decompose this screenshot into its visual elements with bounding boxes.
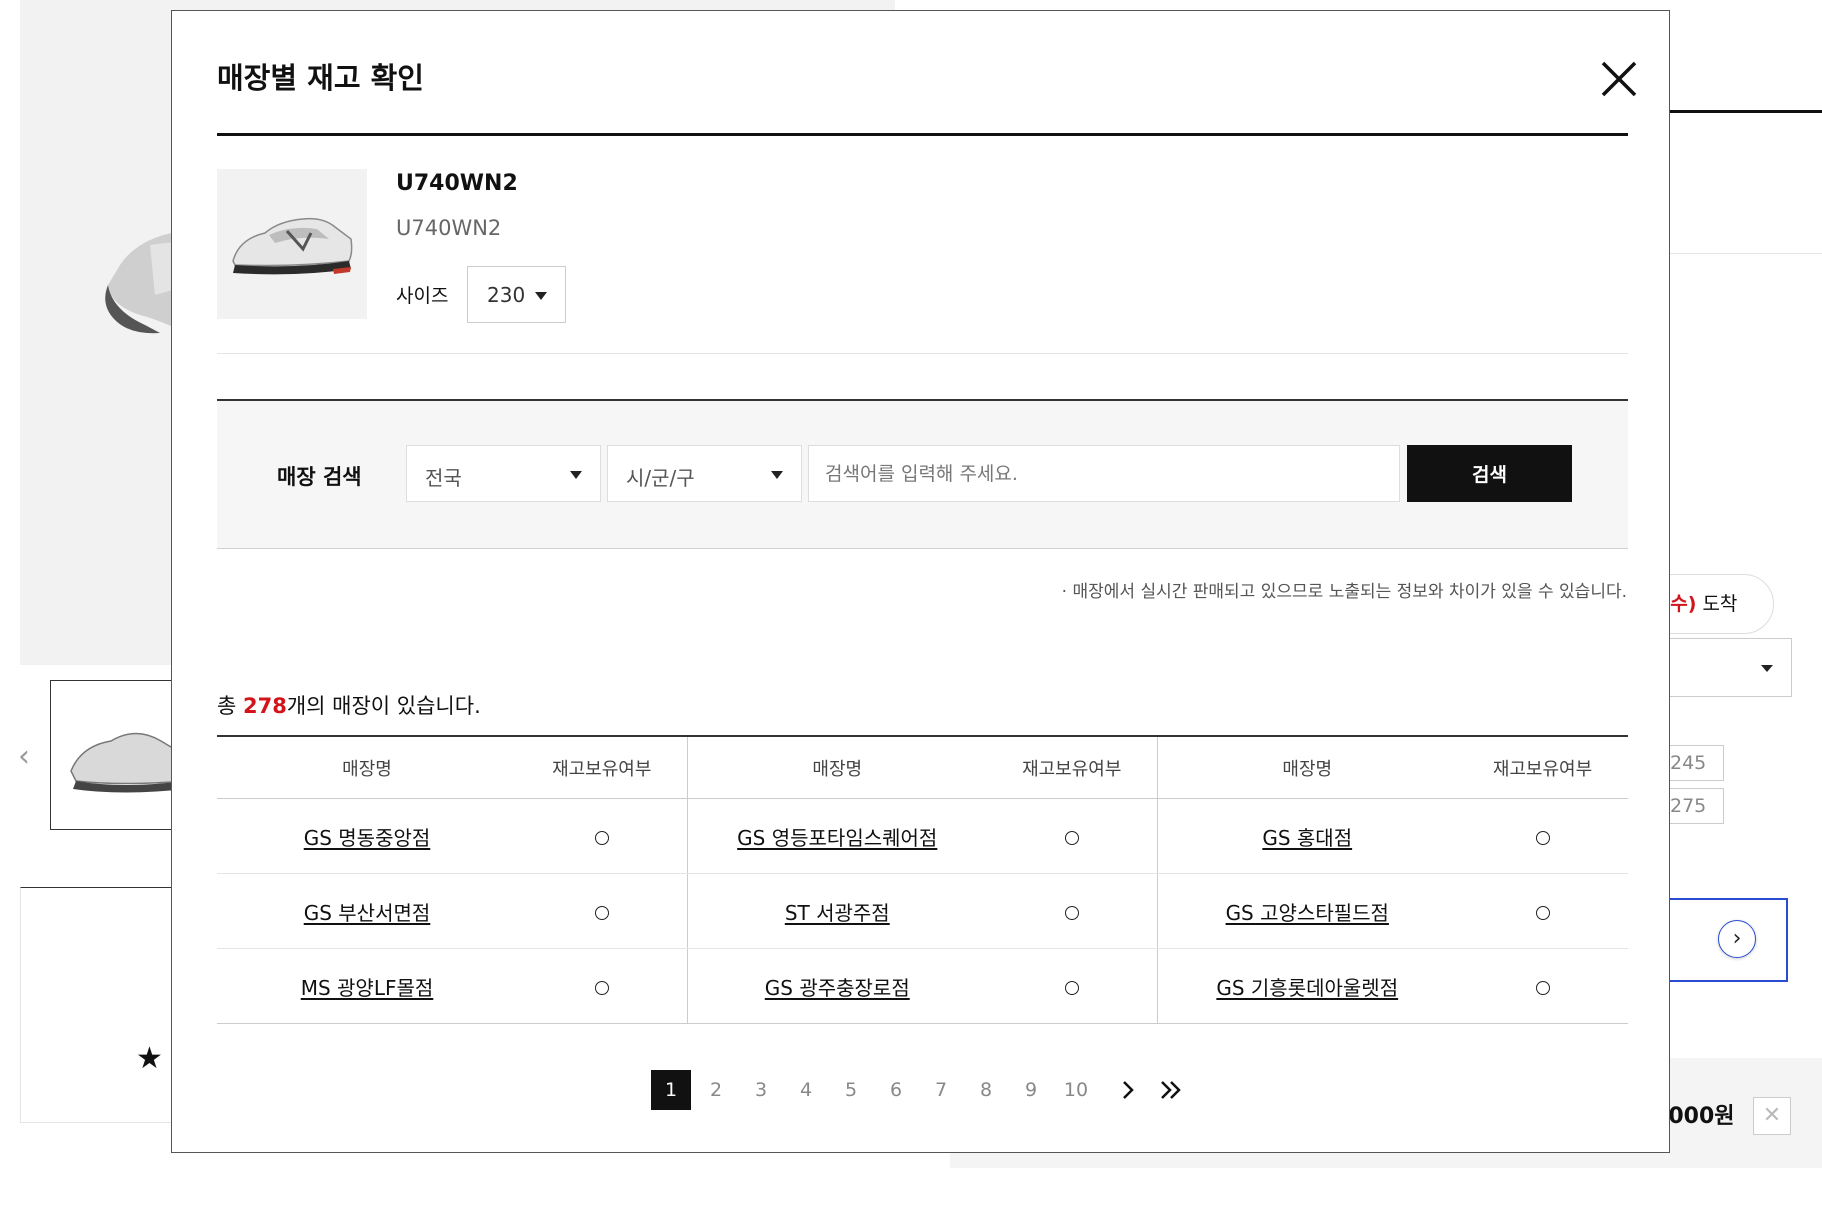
column-header-stock: 재고보유여부: [1457, 736, 1628, 799]
page-button[interactable]: 3: [741, 1070, 781, 1110]
store-stock-table: 매장명 재고보유여부 매장명 재고보유여부 매장명 재고보유여부 GS 명동중앙…: [217, 735, 1628, 1024]
table-header-row: 매장명 재고보유여부 매장명 재고보유여부 매장명 재고보유여부: [217, 736, 1628, 799]
background-divider: [1670, 253, 1822, 254]
store-search-panel: 매장 검색 전국 시/군/구 검색: [217, 399, 1628, 549]
page-button[interactable]: 7: [921, 1070, 961, 1110]
page-button[interactable]: 9: [1011, 1070, 1051, 1110]
page-button[interactable]: 4: [786, 1070, 826, 1110]
background-price: ,000원: [1660, 1104, 1735, 1129]
remove-option-icon[interactable]: ✕: [1753, 1097, 1791, 1135]
district-select-value: 시/군/구: [626, 466, 695, 490]
double-chevron-right-icon[interactable]: [1152, 1070, 1192, 1110]
gallery-prev-icon[interactable]: ‹: [18, 742, 38, 772]
region-select[interactable]: 전국: [406, 445, 601, 502]
size-select[interactable]: 230: [467, 266, 566, 323]
product-divider: [217, 353, 1628, 354]
in-stock-icon: [1064, 905, 1079, 920]
store-name-link[interactable]: GS 부산서면점: [304, 901, 431, 925]
table-row: GS 명동중앙점 GS 영등포타임스퀘어점 GS 홍대점: [217, 798, 1628, 874]
in-stock-icon: [1535, 905, 1550, 920]
chevron-right-icon[interactable]: ›: [1718, 920, 1756, 958]
column-header-stock: 재고보유여부: [987, 736, 1157, 799]
store-stock-modal: 매장별 재고 확인 U740WN2 U740WN2 사이즈 230 매장 검색 …: [171, 10, 1670, 1153]
store-name-link[interactable]: GS 광주충장로점: [765, 976, 910, 1000]
product-image: [217, 169, 367, 319]
store-search-input[interactable]: [808, 445, 1400, 502]
column-header-stock: 재고보유여부: [517, 736, 687, 799]
title-divider: [217, 133, 1628, 136]
size-select-value: 230: [487, 283, 526, 307]
store-count: 278: [243, 694, 287, 718]
in-stock-icon: [1064, 830, 1079, 845]
page-button[interactable]: 2: [696, 1070, 736, 1110]
store-name-link[interactable]: GS 기흥롯데아울렛점: [1216, 976, 1398, 1000]
store-count-summary: 총 278개의 매장이 있습니다.: [217, 694, 481, 718]
in-stock-icon: [1064, 980, 1079, 995]
in-stock-icon: [594, 905, 609, 920]
in-stock-icon: [1535, 980, 1550, 995]
chevron-right-icon[interactable]: [1108, 1070, 1148, 1110]
store-name-link[interactable]: GS 홍대점: [1262, 826, 1352, 850]
stock-notice: · 매장에서 실시간 판매되고 있으므로 노출되는 정보와 차이가 있을 수 있…: [1061, 582, 1627, 602]
column-header-store-name: 매장명: [217, 736, 517, 799]
chevron-down-icon: [535, 292, 547, 300]
column-header-store-name: 매장명: [1156, 736, 1457, 799]
store-name-link[interactable]: ST 서광주점: [785, 901, 890, 925]
store-search-label: 매장 검색: [277, 465, 362, 489]
close-icon[interactable]: [1597, 57, 1641, 101]
region-select-value: 전국: [425, 466, 462, 490]
product-name: U740WN2: [396, 171, 518, 196]
star-icon: ★: [136, 1041, 163, 1076]
store-name-link[interactable]: GS 명동중앙점: [304, 826, 431, 850]
page-button[interactable]: 10: [1056, 1070, 1096, 1110]
store-name-link[interactable]: GS 고양스타필드점: [1226, 901, 1389, 925]
pagination: 1 2 3 4 5 6 7 8 9 10: [172, 1070, 1669, 1110]
store-name-link[interactable]: GS 영등포타임스퀘어점: [737, 826, 937, 850]
page-button[interactable]: 6: [876, 1070, 916, 1110]
column-header-store-name: 매장명: [686, 736, 987, 799]
in-stock-icon: [594, 980, 609, 995]
district-select[interactable]: 시/군/구: [607, 445, 802, 502]
table-row: GS 부산서면점 ST 서광주점 GS 고양스타필드점: [217, 873, 1628, 949]
page-button[interactable]: 1: [651, 1070, 691, 1110]
size-label: 사이즈: [396, 285, 449, 307]
modal-title: 매장별 재고 확인: [217, 61, 424, 95]
background-option-select[interactable]: [1660, 638, 1792, 697]
chevron-down-icon: [570, 471, 582, 479]
chevron-down-icon: [771, 471, 783, 479]
search-button[interactable]: 검색: [1407, 445, 1572, 502]
store-name-link[interactable]: MS 광양LF몰점: [301, 976, 434, 1000]
in-stock-icon: [594, 830, 609, 845]
page-button[interactable]: 8: [966, 1070, 1006, 1110]
page-button[interactable]: 5: [831, 1070, 871, 1110]
in-stock-icon: [1535, 830, 1550, 845]
product-code: U740WN2: [396, 216, 502, 240]
background-divider: [1660, 110, 1822, 113]
table-row: MS 광양LF몰점 GS 광주충장로점 GS 기흥롯데아울렛점: [217, 948, 1628, 1024]
